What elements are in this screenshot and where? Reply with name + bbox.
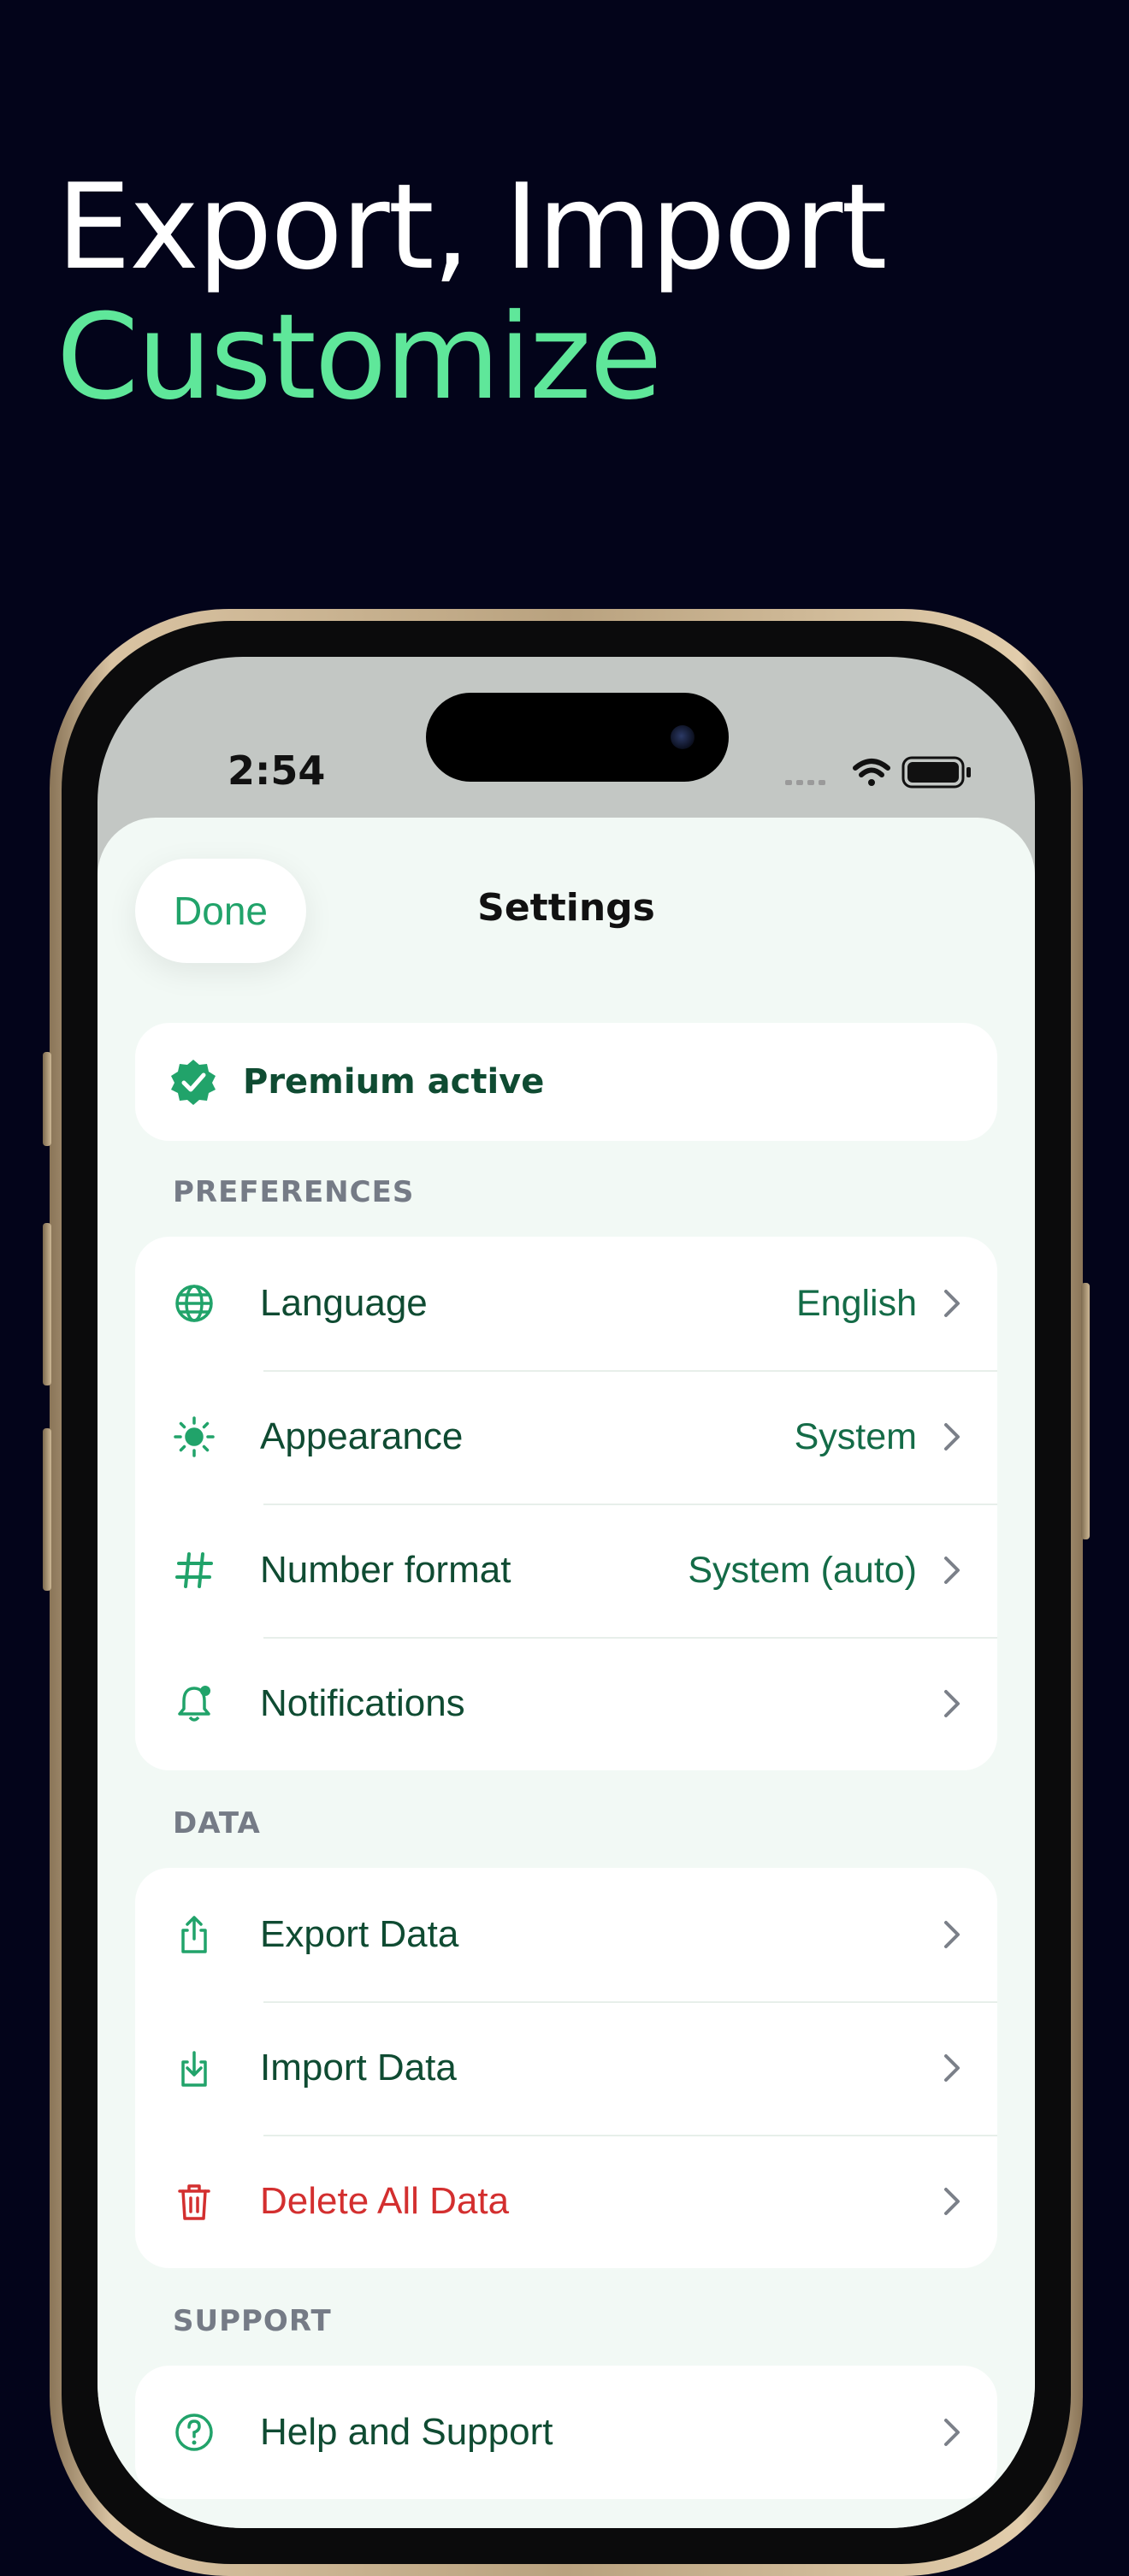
headline: Export, Import Customize bbox=[56, 158, 887, 426]
section-label-support: SUPPORT bbox=[173, 2304, 332, 2338]
volume-up-button bbox=[43, 1223, 51, 1385]
phone-frame: 2:54 Done Settings Premium active PREFER… bbox=[43, 609, 1090, 2576]
premium-card[interactable]: Premium active bbox=[135, 1023, 997, 1141]
share-upload-icon bbox=[169, 1910, 219, 1959]
settings-row-help-and-support[interactable]: Help and Support bbox=[135, 2366, 997, 2499]
row-value: System (auto) bbox=[688, 1549, 917, 1591]
cellular-signal-icon bbox=[785, 780, 825, 785]
row-label: Delete All Data bbox=[260, 2180, 510, 2222]
chevron-right-icon bbox=[944, 2188, 960, 2215]
preferences-card: Language English Appearance System Numbe… bbox=[135, 1237, 997, 1770]
chevron-right-icon bbox=[944, 1557, 960, 1584]
sheet-title: Settings bbox=[477, 886, 655, 930]
chevron-right-icon bbox=[944, 2054, 960, 2082]
section-label-preferences: PREFERENCES bbox=[173, 1175, 415, 1209]
row-label: Import Data bbox=[260, 2047, 457, 2089]
dynamic-island bbox=[426, 693, 729, 782]
verified-badge-icon bbox=[171, 1060, 216, 1105]
chevron-right-icon bbox=[944, 2419, 960, 2446]
row-value: System bbox=[794, 1415, 917, 1457]
row-label: Export Data bbox=[260, 1913, 459, 1955]
chevron-right-icon bbox=[944, 1921, 960, 1948]
action-button bbox=[43, 1052, 51, 1146]
settings-row-delete-all-data[interactable]: Delete All Data bbox=[135, 2135, 997, 2268]
headline-line-2: Customize bbox=[56, 288, 662, 426]
settings-sheet: Done Settings Premium active PREFERENCES bbox=[98, 818, 1035, 2528]
status-time: 2:54 bbox=[228, 747, 326, 794]
phone-screen: 2:54 Done Settings Premium active PREFER… bbox=[98, 657, 1035, 2528]
chevron-right-icon bbox=[944, 1423, 960, 1450]
row-label: Notifications bbox=[260, 1682, 465, 1724]
battery-icon bbox=[901, 756, 971, 789]
help-circle-icon bbox=[169, 2408, 219, 2457]
chevron-right-icon bbox=[944, 1290, 960, 1317]
row-label: Language bbox=[260, 1282, 428, 1324]
settings-row-import-data[interactable]: Import Data bbox=[135, 2001, 997, 2135]
trash-icon bbox=[169, 2177, 219, 2226]
hash-icon bbox=[169, 1545, 219, 1595]
chevron-right-icon bbox=[944, 1690, 960, 1717]
row-label: Number format bbox=[260, 1549, 511, 1591]
sun-icon bbox=[169, 1412, 219, 1462]
power-button bbox=[1081, 1283, 1090, 1539]
premium-label: Premium active bbox=[243, 1062, 545, 1102]
wifi-icon bbox=[853, 759, 890, 786]
headline-line-1: Export, Import bbox=[56, 158, 887, 296]
volume-down-button bbox=[43, 1428, 51, 1591]
status-icons bbox=[785, 756, 971, 789]
globe-icon bbox=[169, 1279, 219, 1328]
row-value: English bbox=[795, 1282, 917, 1324]
settings-row-notifications[interactable]: Notifications bbox=[135, 1637, 997, 1770]
section-label-data: DATA bbox=[173, 1806, 261, 1840]
data-card: Export Data Import Data Delete All Data bbox=[135, 1868, 997, 2268]
settings-row-language[interactable]: Language English bbox=[135, 1237, 997, 1370]
camera-icon bbox=[671, 725, 695, 749]
bell-icon bbox=[169, 1679, 219, 1728]
download-icon bbox=[169, 2043, 219, 2093]
row-label: Appearance bbox=[260, 1415, 464, 1457]
support-card: Help and Support bbox=[135, 2366, 997, 2499]
row-label: Help and Support bbox=[260, 2411, 553, 2453]
settings-row-number-format[interactable]: Number format System (auto) bbox=[135, 1504, 997, 1637]
settings-row-appearance[interactable]: Appearance System bbox=[135, 1370, 997, 1504]
phone-bezel: 2:54 Done Settings Premium active PREFER… bbox=[62, 621, 1071, 2564]
settings-row-export-data[interactable]: Export Data bbox=[135, 1868, 997, 2001]
